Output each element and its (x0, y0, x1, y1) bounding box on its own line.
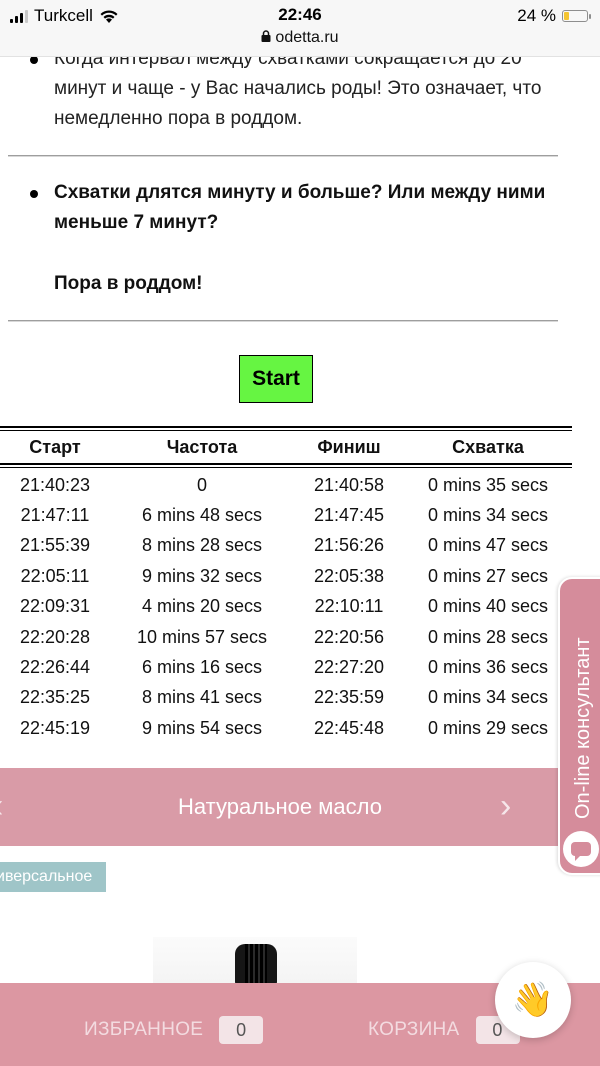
cell-contraction: 0 mins 27 secs (427, 565, 549, 586)
start-button[interactable]: Start (239, 355, 313, 403)
waving-hand-emoji: 👋 (511, 981, 555, 1019)
favorites-button[interactable]: ИЗБРАННОЕ 0 (84, 1016, 264, 1044)
divider (8, 320, 558, 321)
table-header: Старт Частота Финиш Схватка (0, 431, 572, 463)
contractions-table: Старт Частота Финиш Схватка 21:40:23 0 21:… (0, 426, 572, 744)
chevron-right-icon[interactable]: › (500, 786, 511, 826)
table-border (0, 463, 572, 465)
battery-level (564, 12, 569, 20)
table-row: 22:45:19 9 mins 54 secs 22:45:48 0 mins 29 … (0, 713, 572, 743)
article-list-2: Схватки длятся минуту и больше? Или межд… (0, 178, 560, 238)
battery-icon (562, 10, 591, 22)
cell-start: 22:05:11 (20, 565, 90, 586)
cell-finish: 22:27:20 (313, 657, 385, 678)
table-border (0, 426, 572, 428)
cell-finish: 21:47:45 (313, 505, 385, 526)
cell-frequency: 9 mins 54 secs (141, 717, 263, 738)
cart-label: КОРЗИНА (368, 1019, 460, 1040)
address-bar[interactable]: odetta.ru (0, 29, 600, 47)
waving-hand-icon[interactable]: 👋 (495, 962, 571, 1038)
cell-contraction: 0 mins 36 secs (427, 657, 549, 678)
cell-finish: 22:35:59 (313, 687, 385, 708)
cell-contraction: 0 mins 34 secs (427, 687, 549, 708)
battery-percent: 24 % (517, 6, 556, 25)
favorites-count: 0 (219, 1016, 264, 1044)
favorites-label: ИЗБРАННОЕ (84, 1019, 204, 1040)
table-border (0, 467, 572, 468)
lock-icon (261, 30, 271, 45)
table-row: 22:35:25 8 mins 41 secs 22:35:59 0 mins 34 … (0, 683, 572, 713)
cell-start: 22:09:31 (19, 596, 91, 617)
bottle-icon (235, 944, 277, 986)
url-text: odetta.ru (275, 29, 339, 46)
cell-frequency: 0 (196, 474, 207, 495)
header-contraction: Схватка (452, 436, 524, 457)
cell-frequency: 9 mins 32 secs (141, 565, 263, 586)
header-finish: Финиш (317, 436, 381, 457)
table-row: 21:55:39 8 mins 28 secs 21:56:26 0 mins 47 … (0, 531, 572, 561)
consultant-label: On-line консультант (571, 589, 595, 819)
product-tag: иверсальное (0, 862, 106, 892)
table-row: 21:47:11 6 mins 48 secs 21:47:45 0 mins 34 … (0, 500, 572, 530)
cell-frequency: 8 mins 41 secs (141, 687, 263, 708)
cell-finish: 21:40:58 (313, 474, 385, 495)
cell-start: 22:20:28 (19, 626, 91, 647)
cell-finish: 21:56:26 (313, 535, 385, 556)
cell-contraction: 0 mins 40 secs (427, 596, 549, 617)
header-frequency: Частота (166, 436, 238, 457)
article-bullet-1: Когда интервал между схватками сокращает… (0, 44, 560, 134)
cell-contraction: 0 mins 29 secs (427, 717, 549, 738)
cell-start: 22:26:44 (19, 657, 91, 678)
online-consultant-tab[interactable]: On-line консультант (558, 577, 600, 875)
cell-finish: 22:20:56 (313, 626, 385, 647)
table-row: 21:40:23 0 21:40:58 0 mins 35 secs (0, 470, 572, 500)
consultant-label-text: On-line консультант (572, 637, 594, 819)
article-list-1: Когда интервал между схватками сокращает… (0, 44, 560, 134)
cell-finish: 22:45:48 (313, 717, 385, 738)
cart-button[interactable]: КОРЗИНА 0 (368, 1016, 520, 1044)
cell-contraction: 0 mins 34 secs (427, 505, 549, 526)
cell-finish: 22:10:11 (314, 596, 384, 617)
article-note: Пора в роддом! (54, 273, 203, 294)
divider (8, 155, 558, 156)
cell-frequency: 10 mins 57 secs (136, 626, 268, 647)
table-row: 22:09:31 4 mins 20 secs 22:10:11 0 mins 40 … (0, 592, 572, 622)
cell-start: 22:45:19 (19, 717, 91, 738)
product-carousel-banner: ‹ Натуральное масло › (0, 768, 560, 846)
cell-frequency: 8 mins 28 secs (141, 535, 263, 556)
chat-icon[interactable] (563, 831, 599, 867)
cell-frequency: 4 mins 20 secs (141, 596, 263, 617)
cell-frequency: 6 mins 48 secs (141, 505, 263, 526)
cell-start: 21:55:39 (19, 535, 91, 556)
cell-start: 22:35:25 (19, 687, 91, 708)
table-row: 22:05:11 9 mins 32 secs 22:05:38 0 mins 27 … (0, 561, 572, 591)
clock: 22:46 (278, 5, 322, 24)
status-bar: Turkcell 22:46 odetta.ru 24 % (0, 0, 600, 57)
cell-start: 21:40:23 (19, 474, 91, 495)
cell-contraction: 0 mins 28 secs (427, 626, 549, 647)
cell-contraction: 0 mins 35 secs (427, 474, 549, 495)
table-row: 22:26:44 6 mins 16 secs 22:27:20 0 mins 36 … (0, 652, 572, 682)
cell-contraction: 0 mins 47 secs (427, 535, 549, 556)
chevron-left-icon[interactable]: ‹ (0, 786, 3, 826)
banner-title: Натуральное масло (178, 794, 382, 819)
cell-finish: 22:05:38 (313, 565, 385, 586)
header-start: Старт (29, 436, 81, 457)
battery-info: 24 % (517, 6, 591, 26)
cell-frequency: 6 mins 16 secs (141, 657, 263, 678)
article-bullet-2: Схватки длятся минуту и больше? Или межд… (0, 178, 560, 238)
table-body: 21:40:23 0 21:40:58 0 mins 35 secs 21:47:11 6… (0, 470, 572, 744)
cell-start: 21:47:11 (20, 505, 90, 526)
table-row: 22:20:28 10 mins 57 secs 22:20:56 0 mins 28… (0, 622, 572, 652)
